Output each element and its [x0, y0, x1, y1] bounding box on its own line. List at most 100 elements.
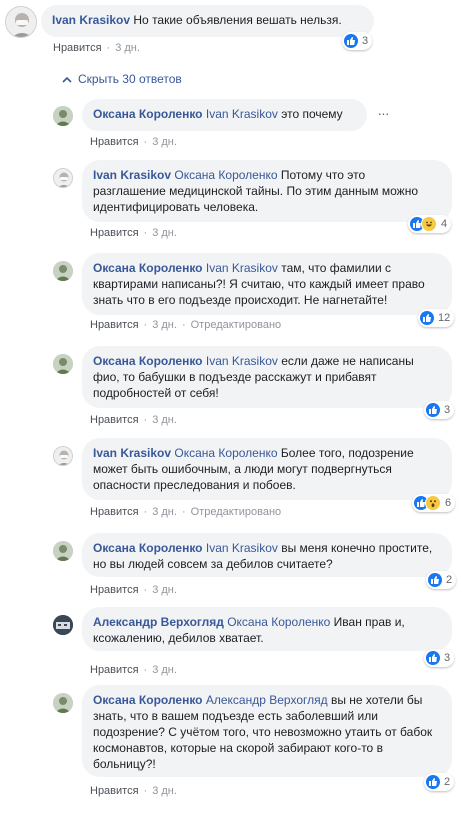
- avatar[interactable]: [53, 354, 73, 374]
- avatar[interactable]: [53, 446, 73, 466]
- reaction-summary[interactable]: 2: [424, 773, 455, 791]
- timestamp[interactable]: 3 дн.: [152, 319, 177, 331]
- separator: ·: [143, 785, 148, 797]
- timestamp[interactable]: 3 дн.: [152, 506, 177, 518]
- like-button[interactable]: Нравится: [90, 319, 139, 331]
- timestamp[interactable]: 3 дн.: [152, 664, 177, 676]
- comment-meta: Нравится · 3 дн. · Отредактировано: [90, 319, 281, 331]
- reaction-count: 2: [446, 574, 453, 586]
- separator: ·: [143, 136, 148, 148]
- comment-mention[interactable]: Оксана Короленко: [174, 446, 277, 460]
- separator: ·: [143, 227, 148, 239]
- comment-bubble: Ivan Krasikov Оксана Короленко Более тог…: [82, 438, 452, 500]
- avatar-oksana-icon: [53, 693, 73, 713]
- comment-bubble: Оксана Короленко Ivan Krasikov там, что …: [82, 253, 452, 315]
- comment-author[interactable]: Оксана Короленко: [93, 261, 203, 275]
- comment-meta: Нравится · 3 дн. · Отредактировано: [90, 506, 281, 518]
- like-button[interactable]: Нравится: [90, 136, 139, 148]
- separator: ·: [143, 664, 148, 676]
- reaction-summary[interactable]: 3: [424, 649, 455, 667]
- hide-replies-link[interactable]: Скрыть 30 ответов: [62, 72, 182, 86]
- comment-bubble: Оксана Короленко Ivan Krasikov вы меня к…: [82, 533, 452, 577]
- comment-mention[interactable]: Ivan Krasikov: [206, 541, 278, 555]
- comment-meta: Нравится · 3 дн.: [53, 42, 140, 54]
- comment-author[interactable]: Оксана Короленко: [93, 693, 203, 707]
- reaction-summary[interactable]: 2: [426, 571, 457, 589]
- wow-icon: [425, 495, 441, 511]
- comment-meta: Нравится · 3 дн.: [90, 227, 177, 239]
- like-button[interactable]: Нравится: [53, 42, 102, 54]
- separator: ·: [143, 506, 148, 518]
- reaction-summary[interactable]: 3: [424, 401, 455, 419]
- like-icon: [426, 403, 440, 417]
- like-button[interactable]: Нравится: [90, 664, 139, 676]
- comment-author[interactable]: Александр Верхогляд: [93, 615, 224, 629]
- like-button[interactable]: Нравится: [90, 506, 139, 518]
- like-icon: [426, 651, 440, 665]
- reaction-count: 4: [441, 218, 448, 230]
- comment-text: Но такие объявления вешать нельзя.: [133, 13, 342, 27]
- comment-text: это почему: [277, 107, 343, 121]
- like-icon: [428, 573, 442, 587]
- comment-mention[interactable]: Ivan Krasikov: [206, 354, 278, 368]
- edited-label[interactable]: Отредактировано: [191, 319, 282, 331]
- reaction-summary[interactable]: 6: [412, 494, 456, 512]
- comment-mention[interactable]: Ivan Krasikov: [206, 261, 278, 275]
- reply-comment: Ivan Krasikov Оксана Короленко Более тог…: [0, 438, 463, 523]
- reply-comment: Оксана Короленко Ivan Krasikov если даже…: [0, 346, 463, 431]
- reaction-summary[interactable]: 4: [408, 215, 452, 233]
- reaction-summary[interactable]: 3: [342, 32, 373, 50]
- reaction-count: 3: [362, 35, 369, 47]
- comment-meta: Нравится · 3 дн.: [90, 136, 177, 148]
- timestamp[interactable]: 3 дн.: [115, 42, 140, 54]
- avatar-ivan-icon: [6, 7, 36, 37]
- avatar[interactable]: [53, 261, 73, 281]
- avatar[interactable]: [53, 693, 73, 713]
- edited-label[interactable]: Отредактировано: [191, 506, 282, 518]
- like-button[interactable]: Нравится: [90, 584, 139, 596]
- separator: ·: [181, 506, 186, 518]
- more-options-button[interactable]: ···: [373, 106, 393, 126]
- like-button[interactable]: Нравится: [90, 785, 139, 797]
- separator: ·: [143, 319, 148, 331]
- timestamp[interactable]: 3 дн.: [152, 227, 177, 239]
- avatar[interactable]: [53, 541, 73, 561]
- comment-author[interactable]: Ivan Krasikov: [93, 168, 171, 182]
- comment-author[interactable]: Оксана Короленко: [93, 541, 203, 555]
- like-button[interactable]: Нравится: [90, 414, 139, 426]
- separator: ·: [143, 584, 148, 596]
- comment-mention[interactable]: Александр Верхогляд: [206, 693, 328, 707]
- comment-bubble: Ivan Krasikov Но такие объявления вешать…: [41, 5, 374, 37]
- laugh-icon: [421, 216, 437, 232]
- timestamp[interactable]: 3 дн.: [152, 584, 177, 596]
- comment-meta: Нравится · 3 дн.: [90, 584, 177, 596]
- like-button[interactable]: Нравится: [90, 227, 139, 239]
- timestamp[interactable]: 3 дн.: [152, 414, 177, 426]
- comment-mention[interactable]: Ivan Krasikov: [206, 107, 278, 121]
- timestamp[interactable]: 3 дн.: [152, 136, 177, 148]
- avatar-ivan-icon: [54, 447, 72, 465]
- avatar-oksana-icon: [53, 354, 73, 374]
- comment-bubble: Ivan Krasikov Оксана Короленко Потому чт…: [82, 160, 452, 222]
- separator: ·: [181, 319, 186, 331]
- comment-author[interactable]: Оксана Короленко: [93, 107, 203, 121]
- comment-author[interactable]: Ivan Krasikov: [93, 446, 171, 460]
- avatar[interactable]: [53, 168, 73, 188]
- comment-bubble: Александр Верхогляд Оксана Короленко Ива…: [82, 607, 452, 651]
- comment-mention[interactable]: Оксана Короленко: [174, 168, 277, 182]
- reaction-summary[interactable]: 12: [418, 309, 455, 327]
- timestamp[interactable]: 3 дн.: [152, 785, 177, 797]
- comment-mention[interactable]: Оксана Короленко: [227, 615, 330, 629]
- like-icon: [426, 775, 440, 789]
- avatar[interactable]: [5, 6, 37, 38]
- avatar-oksana-icon: [53, 106, 73, 126]
- avatar[interactable]: [53, 106, 73, 126]
- like-icon: [420, 311, 434, 325]
- comment-author[interactable]: Оксана Короленко: [93, 354, 203, 368]
- avatar-alexander-icon: [53, 615, 73, 635]
- reply-comment: Оксана Короленко Ivan Krasikov вы меня к…: [0, 533, 463, 603]
- reaction-count: 12: [438, 312, 451, 324]
- avatar[interactable]: [53, 615, 73, 635]
- comment-author[interactable]: Ivan Krasikov: [52, 13, 130, 27]
- root-comment: Ivan Krasikov Но такие объявления вешать…: [0, 0, 463, 60]
